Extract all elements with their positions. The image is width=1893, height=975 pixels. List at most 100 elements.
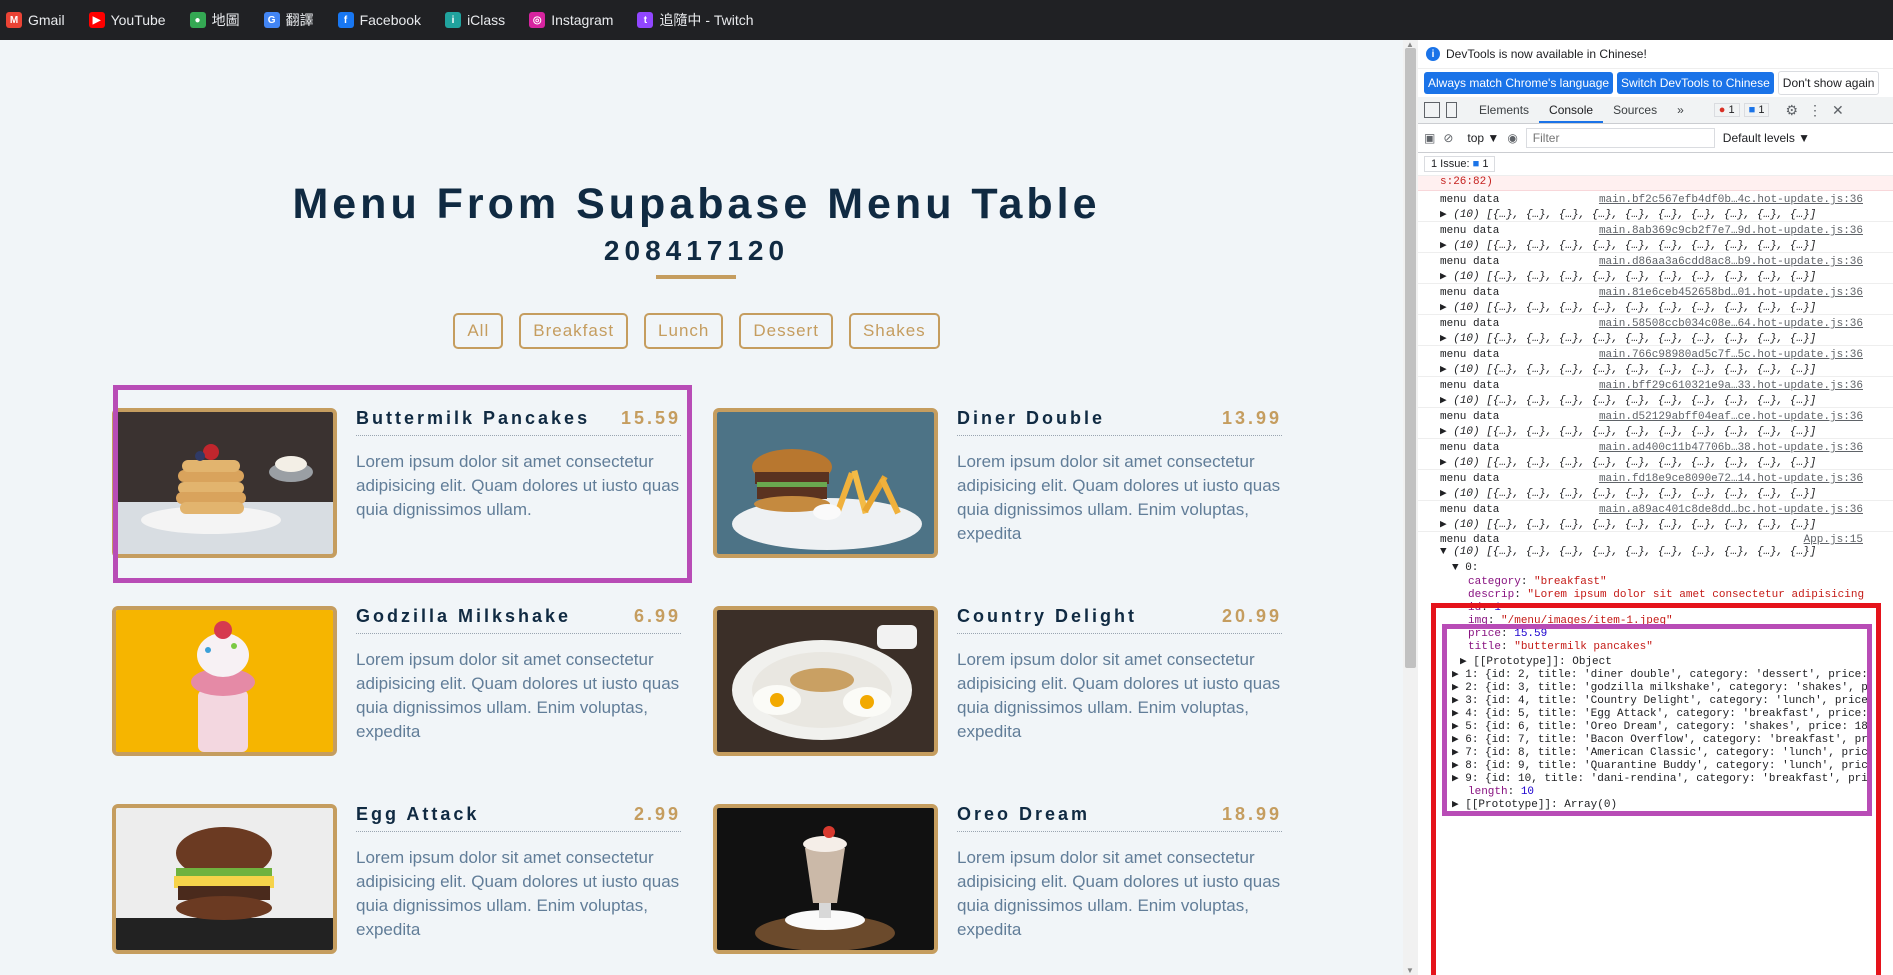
bookmark-6[interactable]: ◎ Instagram (529, 12, 613, 28)
log-array[interactable]: ▶ (10) [{…}, {…}, {…}, {…}, {…}, {…}, {…… (1440, 424, 1816, 438)
console-log-row: menu data main.a89ac401c8de8dd…bc.hot-upd… (1418, 501, 1893, 532)
log-source-link[interactable]: main.d86aa3a6cdd8ac8…b9.hot-update.js:36 (1599, 256, 1863, 268)
page-scrollbar[interactable]: ▲ ▼ (1403, 40, 1418, 975)
log-label: menu data (1440, 256, 1500, 268)
item-description: Lorem ipsum dolor sit amet consectetur a… (957, 848, 1281, 939)
bookmark-7[interactable]: t 追隨中 - Twitch (637, 10, 754, 30)
error-icon: ● (1718, 104, 1726, 116)
milkshake-image (112, 606, 337, 756)
console-log-row: menu data main.81e6ceb452658bd…01.hot-upd… (1418, 284, 1893, 315)
log-source-link[interactable]: main.a89ac401c8de8dd…bc.hot-update.js:36 (1599, 504, 1863, 516)
bookmark-3[interactable]: G 翻譯 (263, 10, 314, 30)
item-header: Diner Double 13.99 (957, 408, 1282, 436)
log-array[interactable]: ▶ (10) [{…}, {…}, {…}, {…}, {…}, {…}, {…… (1440, 269, 1816, 283)
log-source-link[interactable]: main.8ab369c9cb2f7e7…9d.hot-update.js:36 (1599, 225, 1863, 237)
log-array[interactable]: ▶ (10) [{…}, {…}, {…}, {…}, {…}, {…}, {…… (1440, 455, 1816, 469)
message-badge[interactable]: ■ 1 (1743, 103, 1770, 117)
item0-head[interactable]: ▼ 0: (1452, 562, 1478, 575)
tab-elements[interactable]: Elements (1469, 97, 1539, 123)
filter-breakfast-button[interactable]: Breakfast (519, 313, 629, 349)
bookmark-label: YouTube (110, 12, 166, 28)
log-array[interactable]: ▶ (10) [{…}, {…}, {…}, {…}, {…}, {…}, {…… (1440, 300, 1816, 314)
log-source-link[interactable]: main.bff29c610321e9a…33.hot-update.js:36 (1599, 380, 1863, 392)
log-label: menu data (1440, 380, 1500, 392)
filter-shakes-button[interactable]: Shakes (848, 313, 940, 349)
console-log-row: menu data main.766c98980ad5c7f…5c.hot-upd… (1418, 346, 1893, 377)
log-array[interactable]: ▶ (10) [{…}, {…}, {…}, {…}, {…}, {…}, {…… (1440, 238, 1816, 252)
item-name: Godzilla Milkshake (356, 606, 572, 626)
eye-icon[interactable]: ◉ (1507, 131, 1517, 145)
log-source-link[interactable]: main.bf2c567efb4df0b…4c.hot-update.js:36 (1599, 194, 1863, 206)
facebook-icon: f (337, 12, 354, 28)
log-array[interactable]: ▶ (10) [{…}, {…}, {…}, {…}, {…}, {…}, {…… (1440, 393, 1816, 407)
filter-input[interactable] (1525, 128, 1715, 148)
bookmark-5[interactable]: i iClass (445, 12, 505, 28)
switch-chinese-button[interactable]: Switch DevTools to Chinese (1617, 72, 1774, 94)
issues-button[interactable]: 1 Issue: ■ 1 (1424, 156, 1496, 172)
item-header: Country Delight 20.99 (957, 606, 1282, 634)
log-array[interactable]: ▶ (10) [{…}, {…}, {…}, {…}, {…}, {…}, {…… (1440, 362, 1816, 376)
log-source-link[interactable]: main.81e6ceb452658bd…01.hot-update.js:36 (1599, 287, 1863, 299)
log-source-link[interactable]: main.d52129abff04eaf…ce.hot-update.js:36 (1599, 411, 1863, 423)
filter-buttons: All Breakfast Lunch Dessert Shakes (0, 313, 1393, 349)
log-label: menu data (1440, 473, 1500, 485)
log-source-link[interactable]: main.fd18e9ce8090e72…14.hot-update.js:36 (1599, 473, 1863, 485)
log-source-link[interactable]: main.766c98980ad5c7f…5c.hot-update.js:36 (1599, 349, 1863, 361)
close-icon[interactable]: ✕ (1832, 102, 1844, 119)
error-badge[interactable]: ● 1 (1713, 103, 1740, 117)
oreo-shake-image (713, 804, 938, 954)
maps-icon: ● (189, 12, 206, 28)
bookmark-2[interactable]: ● 地圖 (189, 10, 240, 30)
filter-dessert-button[interactable]: Dessert (739, 313, 833, 349)
scroll-thumb[interactable] (1405, 48, 1416, 668)
log-label: menu data (1440, 287, 1500, 299)
item-description: Lorem ipsum dolor sit amet consectetur a… (957, 650, 1281, 741)
object-field: category: "breakfast" (1468, 576, 1607, 588)
log-label: menu data (1440, 194, 1500, 206)
log-array[interactable]: ▶ (10) [{…}, {…}, {…}, {…}, {…}, {…}, {…… (1440, 207, 1816, 221)
console-log-row: menu data main.58508ccb034c08e…64.hot-upd… (1418, 315, 1893, 346)
log-array[interactable]: ▼ (10) [{…}, {…}, {…}, {…}, {…}, {…}, {…… (1440, 546, 1816, 558)
log-array[interactable]: ▶ (10) [{…}, {…}, {…}, {…}, {…}, {…}, {…… (1440, 331, 1816, 345)
more-options-icon[interactable]: ⋮ (1808, 102, 1822, 119)
log-array[interactable]: ▶ (10) [{…}, {…}, {…}, {…}, {…}, {…}, {…… (1440, 486, 1816, 500)
menu-page: Menu From Supabase Menu Table 208417120 … (0, 40, 1403, 975)
levels-select[interactable]: Default levels ▼ (1723, 131, 1810, 145)
scroll-down-icon[interactable]: ▼ (1406, 966, 1414, 975)
tab-sources[interactable]: Sources (1603, 97, 1667, 123)
settings-icon[interactable]: ⚙ (1785, 102, 1798, 119)
info-icon: i (1426, 47, 1440, 61)
twitch-icon: t (637, 12, 654, 28)
dont-show-button[interactable]: Don't show again (1777, 71, 1880, 95)
bookmark-label: iClass (467, 12, 506, 28)
filter-all-button[interactable]: All (453, 313, 504, 349)
inspect-icon[interactable] (1424, 102, 1440, 118)
sidebar-toggle-icon[interactable]: ▣ (1424, 131, 1435, 145)
menu-item: Godzilla Milkshake 6.99 Lorem ipsum dolo… (112, 606, 697, 761)
context-select[interactable]: top ▼ (1467, 131, 1499, 145)
clear-console-icon[interactable]: ⊘ (1443, 131, 1453, 145)
log-source-link[interactable]: main.ad400c11b47706b…38.hot-update.js:36 (1599, 442, 1863, 454)
bookmark-1[interactable]: ▶ YouTube (88, 12, 166, 28)
log-label: menu data (1440, 349, 1500, 361)
tab-console[interactable]: Console (1539, 97, 1604, 123)
bookmark-4[interactable]: f Facebook (337, 12, 422, 28)
item-price: 20.99 (1221, 606, 1282, 626)
tab-more[interactable]: » (1667, 97, 1694, 123)
console-log-row: menu data main.ad400c11b47706b…38.hot-upd… (1418, 439, 1893, 470)
menu-item: Country Delight 20.99 Lorem ipsum dolor … (713, 606, 1298, 761)
object-field: descrip: "Lorem ipsum dolor sit amet con… (1468, 589, 1865, 601)
log-source-link[interactable]: App.js:15 (1804, 534, 1863, 546)
device-icon[interactable] (1446, 102, 1457, 118)
log-source-link[interactable]: main.58508ccb034c08e…64.hot-update.js:36 (1599, 318, 1863, 330)
log-label: menu data (1440, 534, 1500, 546)
bookmark-label: Facebook (359, 12, 422, 28)
item-header: Godzilla Milkshake 6.99 (356, 606, 681, 634)
console-toolbar: ▣ ⊘ top ▼ ◉ Default levels ▼ (1418, 124, 1893, 153)
match-language-button[interactable]: Always match Chrome's language (1424, 72, 1614, 94)
log-array[interactable]: ▶ (10) [{…}, {…}, {…}, {…}, {…}, {…}, {…… (1440, 517, 1816, 531)
bookmark-0[interactable]: M Gmail (6, 12, 65, 28)
filter-lunch-button[interactable]: Lunch (644, 313, 724, 349)
banner-text: DevTools is now available in Chinese! (1446, 47, 1647, 61)
console-log-row: menu data main.bff29c610321e9a…33.hot-upd… (1418, 377, 1893, 408)
